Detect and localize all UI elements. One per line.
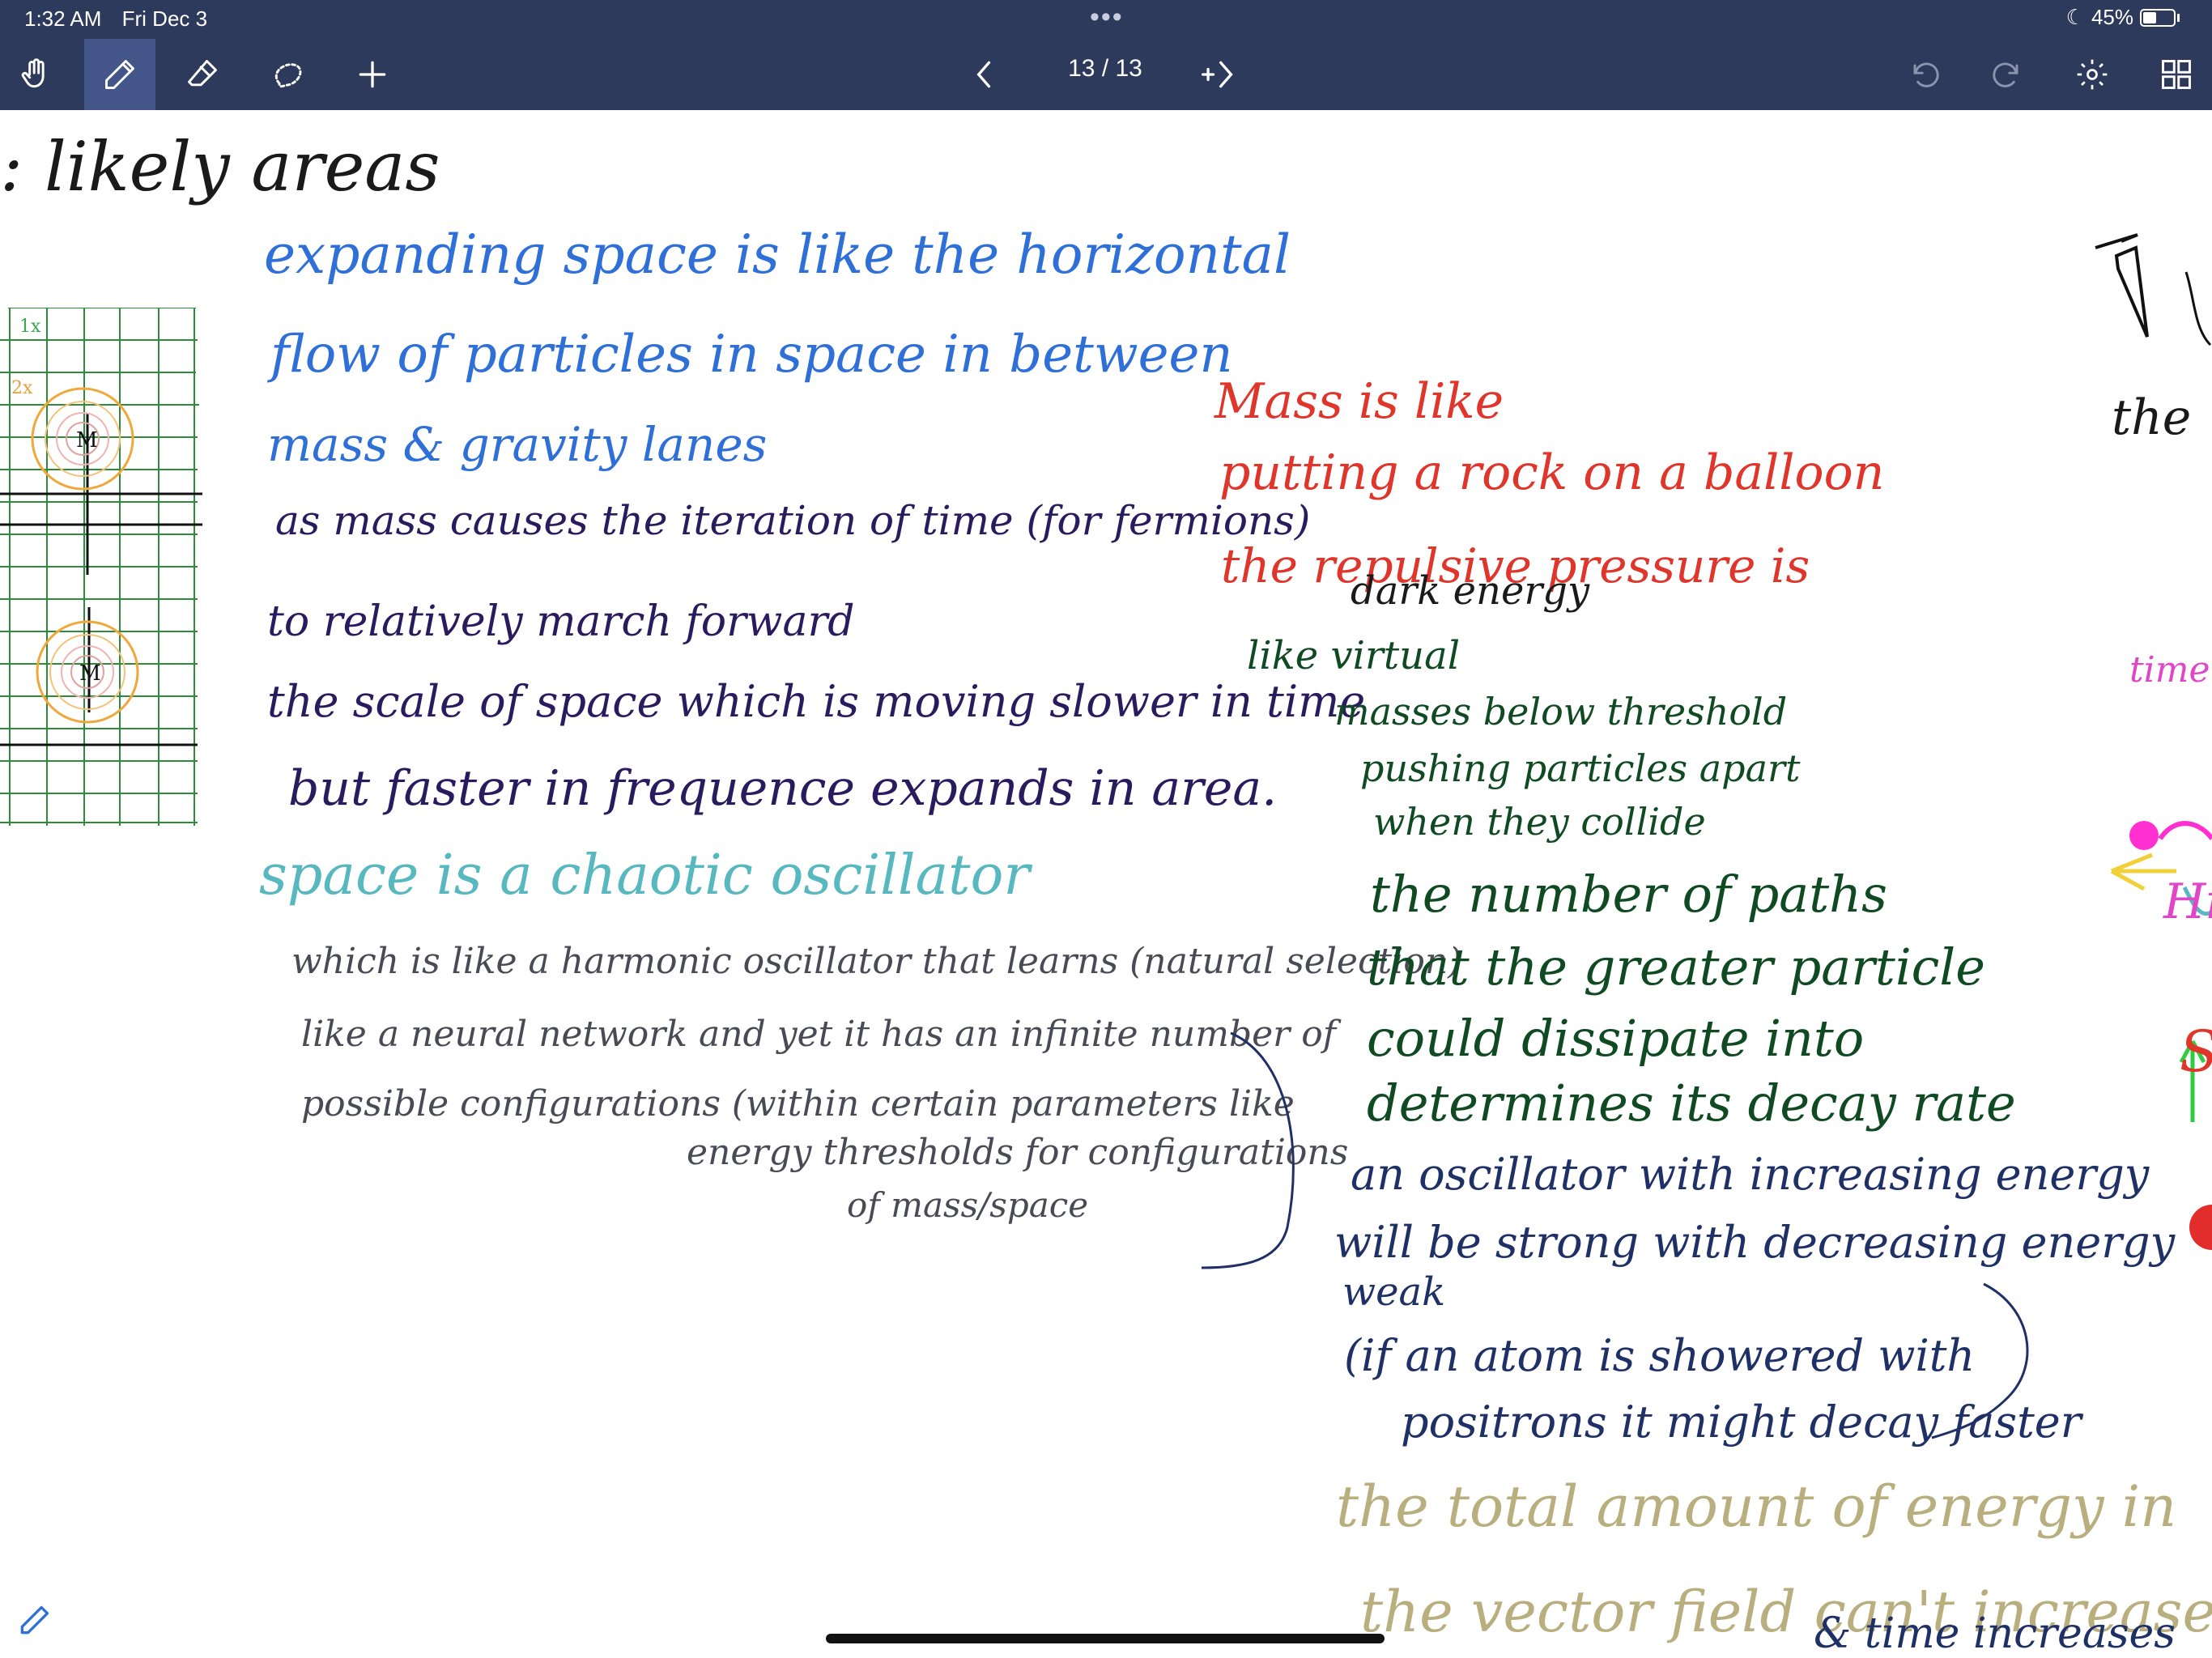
right-edge-s: S bbox=[2180, 1023, 2212, 1080]
grid-sketch: M M 1x 2x bbox=[0, 308, 202, 826]
eraser-icon bbox=[188, 60, 217, 87]
gray-note-line-5: of mass/space bbox=[847, 1185, 1089, 1225]
green-note-line-1: like virtual bbox=[1247, 633, 1461, 678]
page-indicator[interactable]: 13 / 13 bbox=[1053, 55, 1158, 83]
navy-note-line-4: (if an atom is showered with bbox=[1344, 1330, 1976, 1381]
status-date: Fri Dec 3 bbox=[121, 6, 208, 31]
battery-nub bbox=[2177, 13, 2180, 22]
hand-icon bbox=[21, 58, 45, 88]
navy-bottom-note: & time increases bbox=[1814, 1609, 2176, 1658]
green-note-line-2: masses below threshold bbox=[1334, 690, 1788, 733]
moon-icon: ☾ bbox=[2065, 5, 2085, 29]
pen-icon bbox=[105, 60, 134, 89]
plus-icon bbox=[359, 61, 386, 88]
scale-label-1x: 1x bbox=[19, 317, 41, 337]
home-indicator[interactable] bbox=[826, 1634, 1385, 1643]
green-note-line-5: the number of paths bbox=[1370, 865, 1887, 924]
chevron-left-icon bbox=[976, 61, 991, 88]
green-note-line-4: when they collide bbox=[1373, 800, 1706, 844]
navy-note-line-2: will be strong with decreasing energy bbox=[1334, 1217, 2176, 1268]
lasso-tool-button[interactable] bbox=[253, 39, 324, 110]
right-edge-word: the bbox=[2112, 389, 2192, 446]
add-page-next-button[interactable] bbox=[1182, 39, 1253, 110]
previous-page-button[interactable] bbox=[949, 39, 1020, 110]
battery-fill bbox=[2143, 11, 2156, 23]
status-right: ☾ 45% bbox=[2066, 5, 2180, 30]
settings-button[interactable] bbox=[2057, 39, 2128, 110]
red-note-line-2: putting a rock on a balloon bbox=[1219, 444, 1885, 501]
hand-tool-button[interactable] bbox=[0, 39, 71, 110]
add-tool-button[interactable] bbox=[337, 39, 408, 110]
redo-icon bbox=[1993, 62, 2018, 87]
green-note-line-6: that the greater particle bbox=[1367, 937, 1985, 997]
undo-button[interactable] bbox=[1888, 39, 1959, 110]
red-note-line-1: Mass is like bbox=[1214, 373, 1504, 430]
mass-label-1: M bbox=[76, 428, 98, 453]
gray-note-line-1: which is like a harmonic oscillator that… bbox=[291, 941, 1462, 982]
status-time: 1:32 AM bbox=[24, 6, 102, 31]
teal-note: space is a chaotic oscillator bbox=[259, 844, 1030, 908]
dark-energy-note: dark energy bbox=[1351, 568, 1590, 614]
purple-note-line-2: to relatively march forward bbox=[267, 597, 855, 646]
navy-note-line-3: weak bbox=[1342, 1269, 1446, 1315]
gear-icon bbox=[2077, 59, 2108, 90]
gray-bracket bbox=[1201, 1031, 1295, 1269]
green-note-line-3: pushing particles apart bbox=[1360, 746, 1801, 790]
note-canvas[interactable]: : likely areas M M 1x 2x expanding space… bbox=[0, 110, 2212, 1658]
blue-note-line-3: mass & gravity lanes bbox=[267, 417, 768, 472]
pen-tool-button[interactable] bbox=[84, 39, 155, 110]
right-edge-hi: Hi bbox=[2163, 874, 2212, 930]
add-page-chevron-right-icon bbox=[1202, 61, 1233, 88]
navy-bracket bbox=[1931, 1282, 2029, 1439]
mass-label-2: M bbox=[79, 661, 101, 686]
khaki-note-line-1: the total amount of energy in bbox=[1336, 1473, 2177, 1540]
purple-note-line-3: the scale of space which is moving slowe… bbox=[267, 676, 1366, 727]
purple-note-line-4: but faster in frequence expands in area. bbox=[288, 760, 1278, 817]
purple-note-line-1: as mass causes the iteration of time (fo… bbox=[275, 497, 1311, 544]
gray-note-line-3: possible configurations (within certain … bbox=[301, 1083, 1295, 1124]
undo-icon bbox=[1913, 62, 1939, 87]
scale-label-2x: 2x bbox=[11, 378, 33, 398]
redo-button[interactable] bbox=[1972, 39, 2044, 110]
pencil-shortcut-icon[interactable] bbox=[16, 1603, 52, 1639]
eraser-tool-button[interactable] bbox=[167, 39, 238, 110]
gray-note-line-2: like a neural network and yet it has an … bbox=[301, 1014, 1336, 1055]
multitask-dots-icon[interactable]: ••• bbox=[1090, 2, 1124, 33]
right-edge-marks bbox=[2110, 821, 2212, 1250]
grid-icon bbox=[2162, 60, 2191, 89]
right-edge-sketch bbox=[2095, 233, 2212, 346]
blue-note-line-1: expanding space is like the horizontal bbox=[264, 223, 1291, 286]
grid-dark-strokes bbox=[0, 413, 202, 746]
top-toolbar: 1:32 AM Fri Dec 3 ••• ☾ 45% 13 / 13 bbox=[0, 0, 2212, 110]
heading-likely-areas: : likely areas bbox=[0, 127, 440, 206]
battery-percent: 45% bbox=[2091, 5, 2133, 29]
green-note-line-7: could dissipate into bbox=[1367, 1009, 1865, 1068]
page-grid-button[interactable] bbox=[2141, 39, 2212, 110]
blue-note-line-2: flow of particles in space in between bbox=[270, 325, 1233, 385]
lasso-icon bbox=[274, 63, 302, 88]
battery-icon bbox=[2140, 8, 2176, 27]
green-note-line-8: determines its decay rate bbox=[1367, 1073, 2016, 1133]
navy-note-line-1: an oscillator with increasing energy bbox=[1351, 1149, 2150, 1200]
status-clock: 1:32 AM Fri Dec 3 bbox=[24, 6, 222, 32]
